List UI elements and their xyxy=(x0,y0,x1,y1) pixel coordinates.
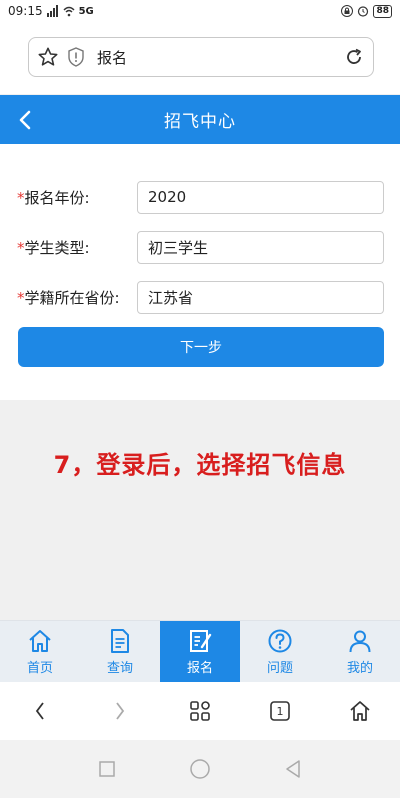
url-text: 报名 xyxy=(97,48,128,67)
back-nav-button[interactable] xyxy=(273,749,313,789)
browser-nav-bar: 1 xyxy=(0,682,400,740)
browser-menu-button[interactable] xyxy=(180,691,220,731)
address-bar[interactable]: 报名 xyxy=(28,37,374,77)
browser-forward-button[interactable] xyxy=(100,691,140,731)
student-type-field[interactable]: 初三学生 xyxy=(137,230,384,264)
page-title: 招飞中心 xyxy=(164,112,236,132)
next-step-button[interactable]: 下一步 xyxy=(18,327,384,367)
signup-form: *报名年份: 2020 *学生类型: 初三学生 *学籍所在省份: 江苏省 下一步 xyxy=(0,144,400,400)
form-row-year: *报名年份: 2020 xyxy=(0,180,400,214)
signal-icon xyxy=(46,5,58,17)
browser-home-button[interactable] xyxy=(340,691,380,731)
tab-questions[interactable]: 问题 xyxy=(240,621,320,683)
battery-indicator: 88 xyxy=(373,4,392,18)
signup-icon xyxy=(190,630,212,652)
instruction-caption: 7，登录后，选择招飞信息 xyxy=(53,451,347,479)
circle-icon xyxy=(190,759,210,779)
grid-menu-icon xyxy=(190,701,210,721)
province-field[interactable]: 江苏省 xyxy=(137,280,384,314)
triangle-back-icon xyxy=(286,760,301,778)
home-icon xyxy=(350,701,370,721)
home-icon xyxy=(29,630,51,652)
tab-home[interactable]: 首页 xyxy=(0,621,80,683)
back-button[interactable] xyxy=(12,107,38,133)
tab-mine[interactable]: 我的 xyxy=(320,621,400,683)
chevron-right-icon xyxy=(116,702,125,720)
square-icon xyxy=(98,761,115,777)
network-type: 5G xyxy=(78,5,94,17)
tab-query[interactable]: 查询 xyxy=(80,621,160,683)
refresh-icon[interactable] xyxy=(343,46,365,68)
lock-icon xyxy=(341,5,354,17)
wifi-icon xyxy=(63,6,75,17)
tab-signup[interactable]: 报名 xyxy=(160,621,240,683)
app-header: 招飞中心 xyxy=(0,95,400,144)
system-nav-bar xyxy=(0,740,400,798)
bottom-tab-bar: 首页 查询 报名 问题 我的 xyxy=(0,620,400,683)
document-icon xyxy=(111,629,129,653)
browser-back-button[interactable] xyxy=(20,691,60,731)
question-icon xyxy=(268,629,292,653)
form-row-province: *学籍所在省份: 江苏省 xyxy=(0,280,400,314)
year-label: *报名年份: xyxy=(17,188,90,207)
user-icon xyxy=(349,630,371,653)
shield-icon xyxy=(65,46,87,68)
recents-button[interactable] xyxy=(87,749,127,789)
status-time: 09:15 xyxy=(8,4,43,18)
chevron-left-icon xyxy=(35,702,44,720)
province-label: *学籍所在省份: xyxy=(17,288,120,307)
browser-tabs-button[interactable]: 1 xyxy=(260,691,300,731)
home-nav-button[interactable] xyxy=(180,749,220,789)
tab-count: 1 xyxy=(276,704,284,718)
star-icon[interactable] xyxy=(37,46,59,68)
status-bar: 09:15 5G 88 xyxy=(0,0,400,22)
browser-toolbar: 报名 xyxy=(0,22,400,94)
year-field[interactable]: 2020 xyxy=(137,180,384,214)
chevron-left-icon xyxy=(19,110,31,130)
alarm-icon xyxy=(358,6,369,17)
student-type-label: *学生类型: xyxy=(17,238,90,257)
form-row-student-type: *学生类型: 初三学生 xyxy=(0,230,400,264)
